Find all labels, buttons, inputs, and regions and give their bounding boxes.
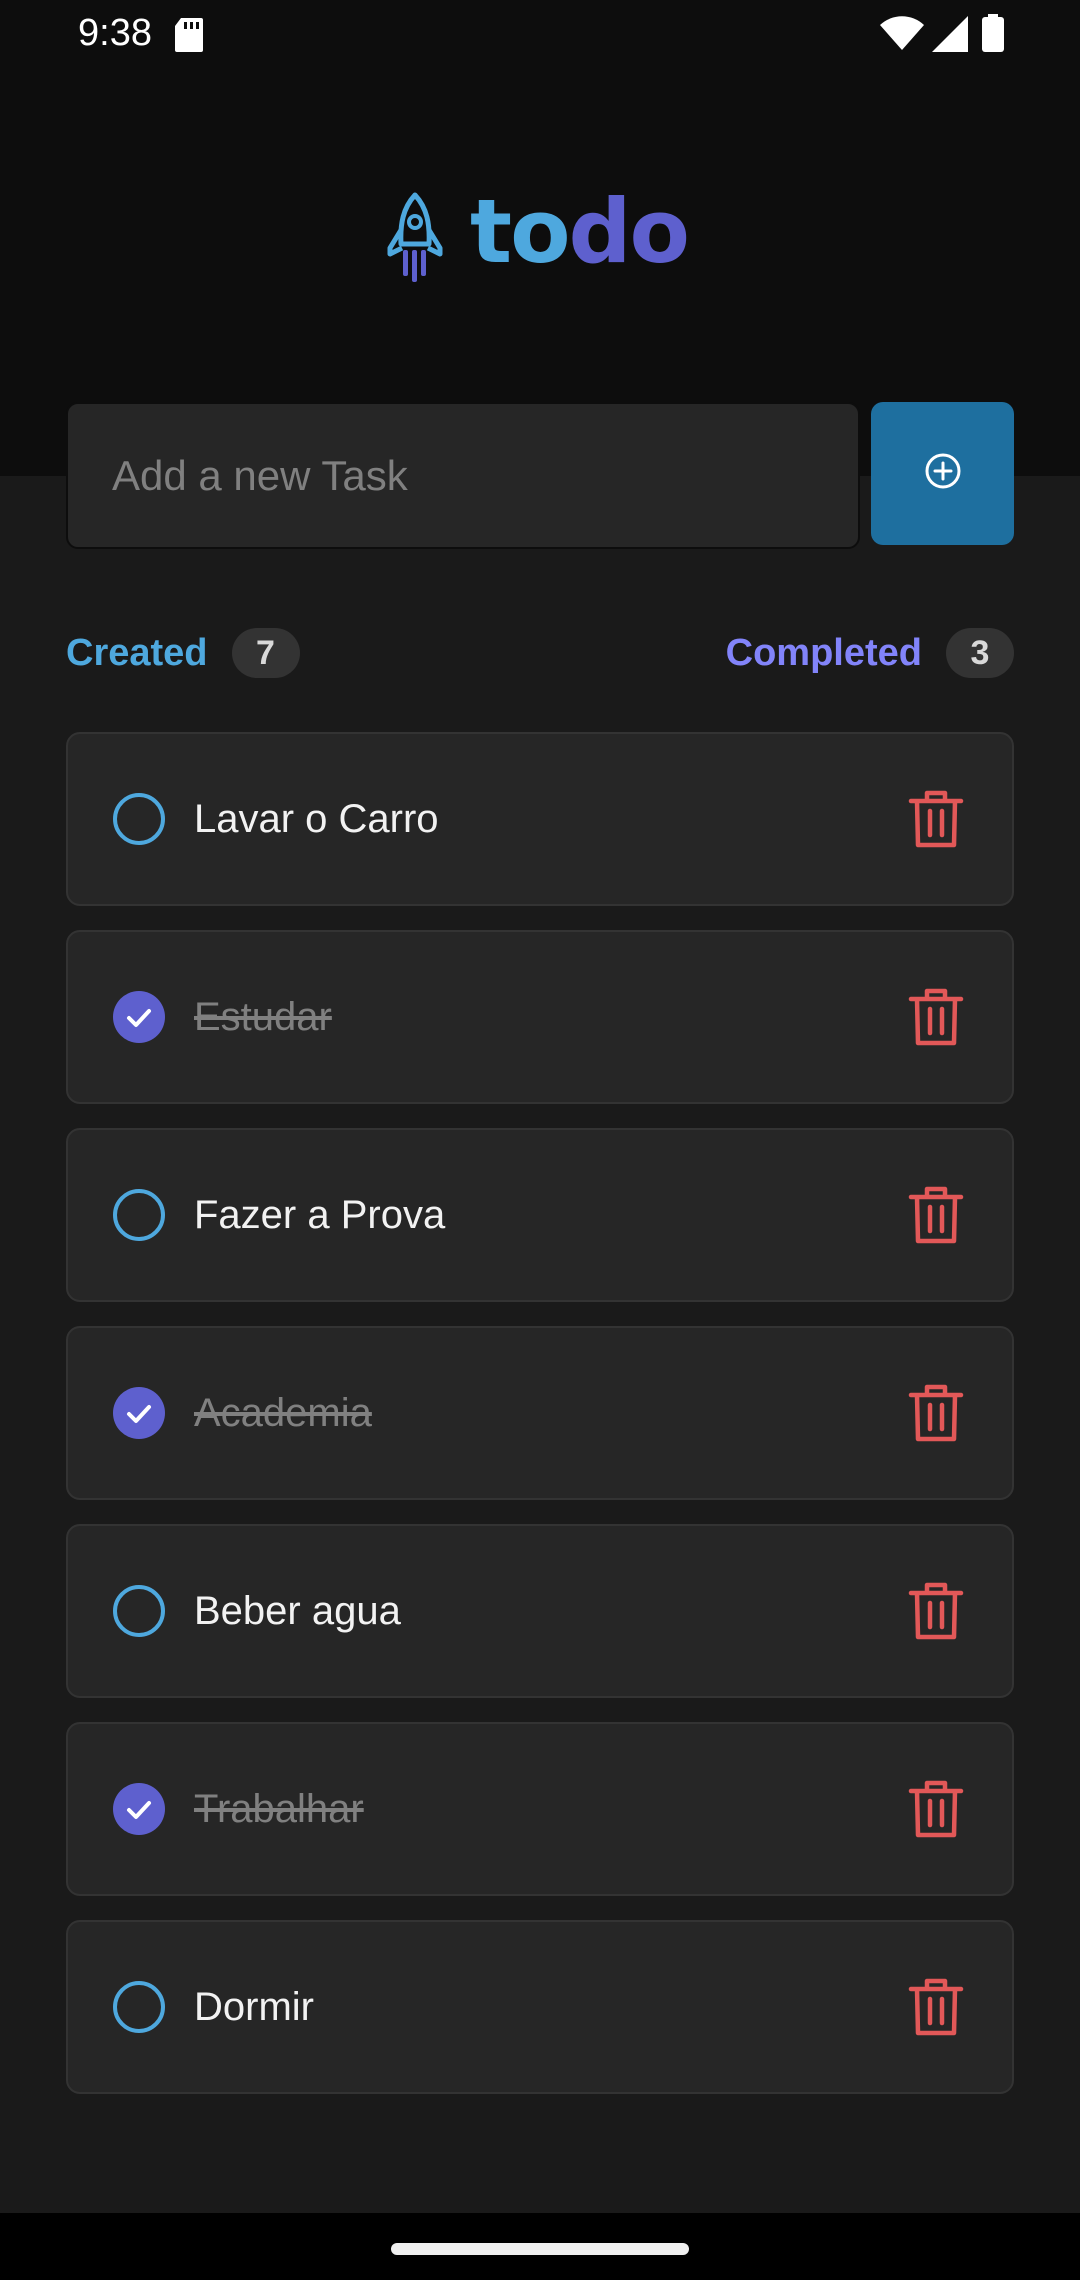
trash-icon[interactable] <box>908 789 964 849</box>
task-item: Dormir <box>66 1920 1014 2094</box>
task-item: Estudar <box>66 930 1014 1104</box>
trash-icon[interactable] <box>908 1185 964 1245</box>
created-label: Created <box>66 631 208 674</box>
task-checkbox[interactable] <box>112 1188 166 1242</box>
created-counter: Created 7 <box>66 627 300 679</box>
logo-text-do: do <box>568 180 690 283</box>
task-item: Academia <box>66 1326 1014 1500</box>
status-bar: 9:38 <box>0 0 1080 70</box>
trash-icon[interactable] <box>908 1383 964 1443</box>
created-count-badge: 7 <box>231 628 300 678</box>
sd-card-icon <box>175 18 203 57</box>
trash-icon[interactable] <box>908 1977 964 2037</box>
app-logo: todo <box>385 182 705 289</box>
task-text: Fazer a Prova <box>194 1193 446 1237</box>
task-checkbox[interactable] <box>112 1584 166 1638</box>
add-task-button[interactable] <box>871 402 1014 545</box>
status-time: 9:38 <box>78 12 152 54</box>
task-checkbox-checked[interactable] <box>112 1782 166 1836</box>
task-item: Trabalhar <box>66 1722 1014 1896</box>
new-task-input[interactable] <box>66 402 860 549</box>
trash-icon[interactable] <box>908 1581 964 1641</box>
navigation-bar <box>0 2213 1080 2280</box>
completed-label: Completed <box>725 631 922 674</box>
home-gesture-handle[interactable] <box>391 2243 689 2255</box>
trash-icon[interactable] <box>908 1779 964 1839</box>
task-item: Lavar o Carro <box>66 732 1014 906</box>
task-text: Dormir <box>194 1985 314 2029</box>
battery-icon <box>982 14 1004 57</box>
task-checkbox-checked[interactable] <box>112 990 166 1044</box>
task-checkbox[interactable] <box>112 792 166 846</box>
signal-icon <box>932 16 968 57</box>
task-item: Fazer a Prova <box>66 1128 1014 1302</box>
plus-circle-icon <box>924 452 962 495</box>
task-item: Beber agua <box>66 1524 1014 1698</box>
task-text: Academia <box>194 1391 372 1435</box>
task-checkbox-checked[interactable] <box>112 1386 166 1440</box>
task-checkbox[interactable] <box>112 1980 166 2034</box>
task-list: Lavar o Carro Estudar Fazer a Prova Acad… <box>66 732 1014 2118</box>
rocket-icon <box>385 192 445 289</box>
task-text: Beber agua <box>194 1589 401 1633</box>
completed-counter: Completed 3 <box>726 627 1014 679</box>
trash-icon[interactable] <box>908 987 964 1047</box>
task-text: Lavar o Carro <box>194 797 439 841</box>
logo-text-to: to <box>470 180 571 283</box>
task-text: Trabalhar <box>194 1787 364 1831</box>
completed-count-badge: 3 <box>946 628 1014 678</box>
task-text: Estudar <box>194 995 332 1039</box>
logo-text: todo <box>470 180 690 283</box>
wifi-icon <box>880 16 924 57</box>
